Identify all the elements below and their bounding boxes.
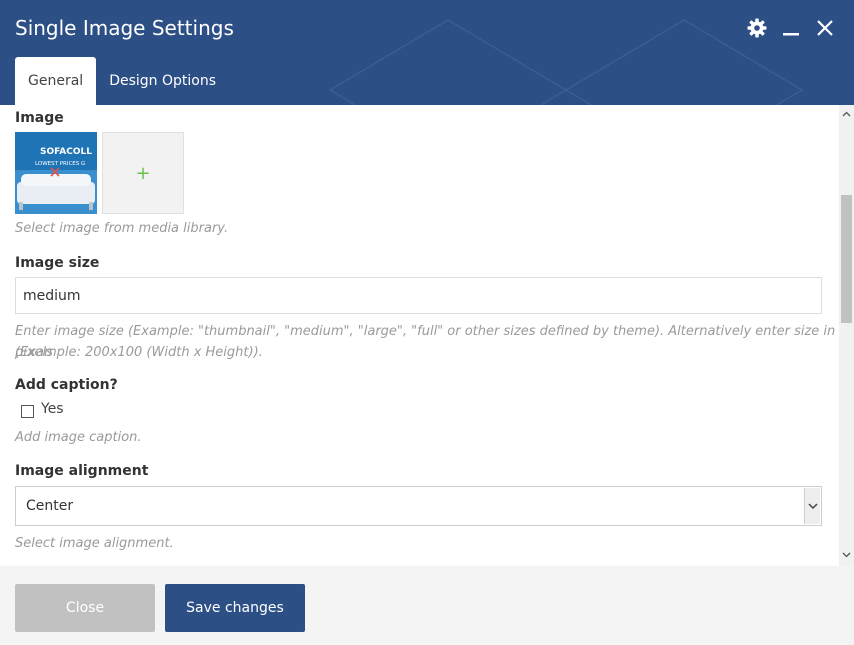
modal-title: Single Image Settings: [15, 16, 234, 40]
modal-header: Single Image Settings General Design Opt…: [0, 0, 854, 105]
caption-checkbox[interactable]: [21, 405, 34, 418]
settings-panel: Image SOFACOLL LOWEST PRICES G + Select …: [0, 105, 854, 566]
thumbnail-brand-text: SOFACOLL: [40, 147, 92, 157]
sofa-image: SOFACOLL LOWEST PRICES G: [15, 132, 97, 214]
vertical-scrollbar[interactable]: [839, 105, 854, 566]
image-size-input[interactable]: medium: [15, 277, 822, 314]
image-size-help-line2: (Example: 200x100 (Width x Height)).: [15, 345, 263, 360]
image-size-value: medium: [23, 287, 81, 304]
gear-icon[interactable]: [746, 17, 768, 39]
caption-label: Add caption?: [15, 377, 118, 393]
alignment-help: Select image alignment.: [15, 536, 174, 551]
scroll-up-icon[interactable]: [842, 111, 851, 120]
modal-footer: Close Save changes: [0, 566, 854, 645]
image-thumbnail[interactable]: SOFACOLL LOWEST PRICES G: [15, 132, 97, 214]
chevron-down-icon: [804, 488, 820, 524]
plus-icon: +: [135, 162, 151, 184]
close-button[interactable]: Close: [15, 584, 155, 632]
image-label: Image: [15, 110, 64, 126]
add-image-button[interactable]: +: [102, 132, 184, 214]
minimize-icon[interactable]: [780, 17, 802, 39]
caption-checkbox-label[interactable]: Yes: [41, 401, 64, 417]
scroll-down-icon[interactable]: [842, 552, 851, 561]
tab-design-options[interactable]: Design Options: [96, 57, 229, 105]
alignment-label: Image alignment: [15, 463, 149, 479]
close-icon[interactable]: [814, 17, 836, 39]
tab-bar: General Design Options: [15, 57, 229, 105]
save-changes-button[interactable]: Save changes: [165, 584, 305, 632]
image-help: Select image from media library.: [15, 221, 229, 236]
caption-help: Add image caption.: [15, 430, 142, 445]
image-size-label: Image size: [15, 255, 100, 271]
thumbnail-sub-text: LOWEST PRICES G: [35, 161, 85, 167]
scrollbar-thumb[interactable]: [841, 195, 852, 323]
alignment-select[interactable]: Center: [15, 486, 822, 526]
tab-general[interactable]: General: [15, 57, 97, 105]
alignment-selected-value: Center: [26, 498, 74, 514]
